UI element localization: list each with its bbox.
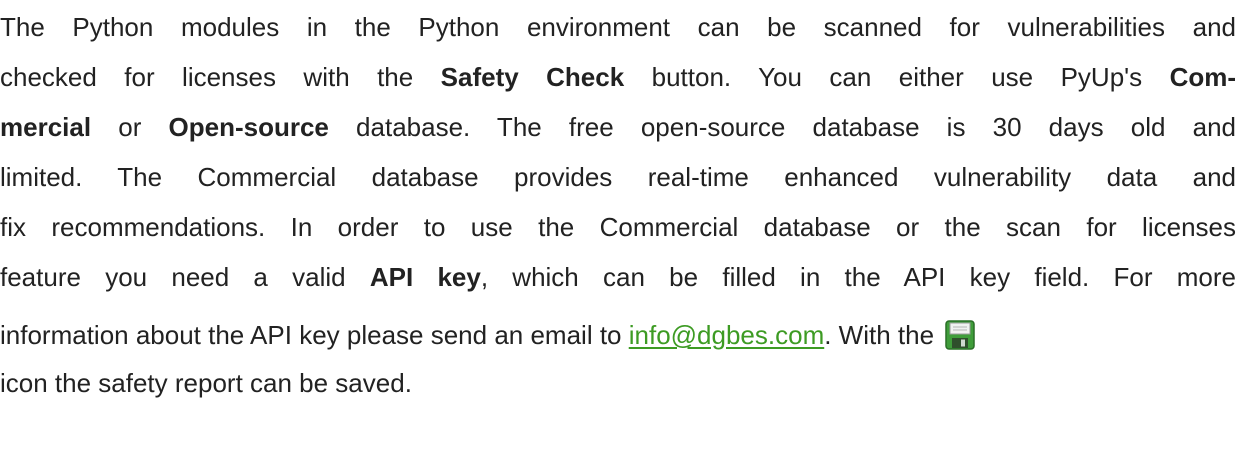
email-link[interactable]: info@dgbes.com xyxy=(629,320,825,350)
text-segment: . With the xyxy=(824,320,942,350)
text-segment: database. The free open-source database … xyxy=(328,112,1236,142)
help-text-paragraph: The Python modules in the Python environ… xyxy=(0,0,1236,456)
text-segment: feature you need a valid xyxy=(0,262,370,292)
paragraph-line-2: checked for licenses with the Safety Che… xyxy=(0,52,1236,102)
open-source-term: Open-source xyxy=(168,112,329,142)
text-segment: or xyxy=(91,112,169,142)
commercial-term-part1: Com- xyxy=(1169,62,1236,92)
paragraph-line-6: feature you need a valid API key, which … xyxy=(0,252,1236,302)
api-key-term: API key xyxy=(369,262,481,292)
commercial-term-part2: mercial xyxy=(0,112,92,142)
text-segment: checked for licenses with the xyxy=(0,62,441,92)
paragraph-line-5: fix recommendations. In order to use the… xyxy=(0,212,1236,242)
paragraph-line-1: The Python modules in the Python environ… xyxy=(0,12,1236,42)
paragraph-line-3: mercial or Open-source database. The fre… xyxy=(0,102,1236,152)
text-segment: , which can be filled in the API key fie… xyxy=(480,262,1236,292)
safety-check-term: Safety Check xyxy=(440,62,625,92)
text-segment: button. You can either use PyUp's xyxy=(624,62,1170,92)
paragraph-line-8: icon the safety report can be saved. xyxy=(0,368,412,398)
paragraph-line-7: information about the API key please sen… xyxy=(0,310,1236,360)
text-segment: information about the API key please sen… xyxy=(0,320,629,350)
paragraph-line-4: limited. The Commercial database provide… xyxy=(0,162,1236,192)
